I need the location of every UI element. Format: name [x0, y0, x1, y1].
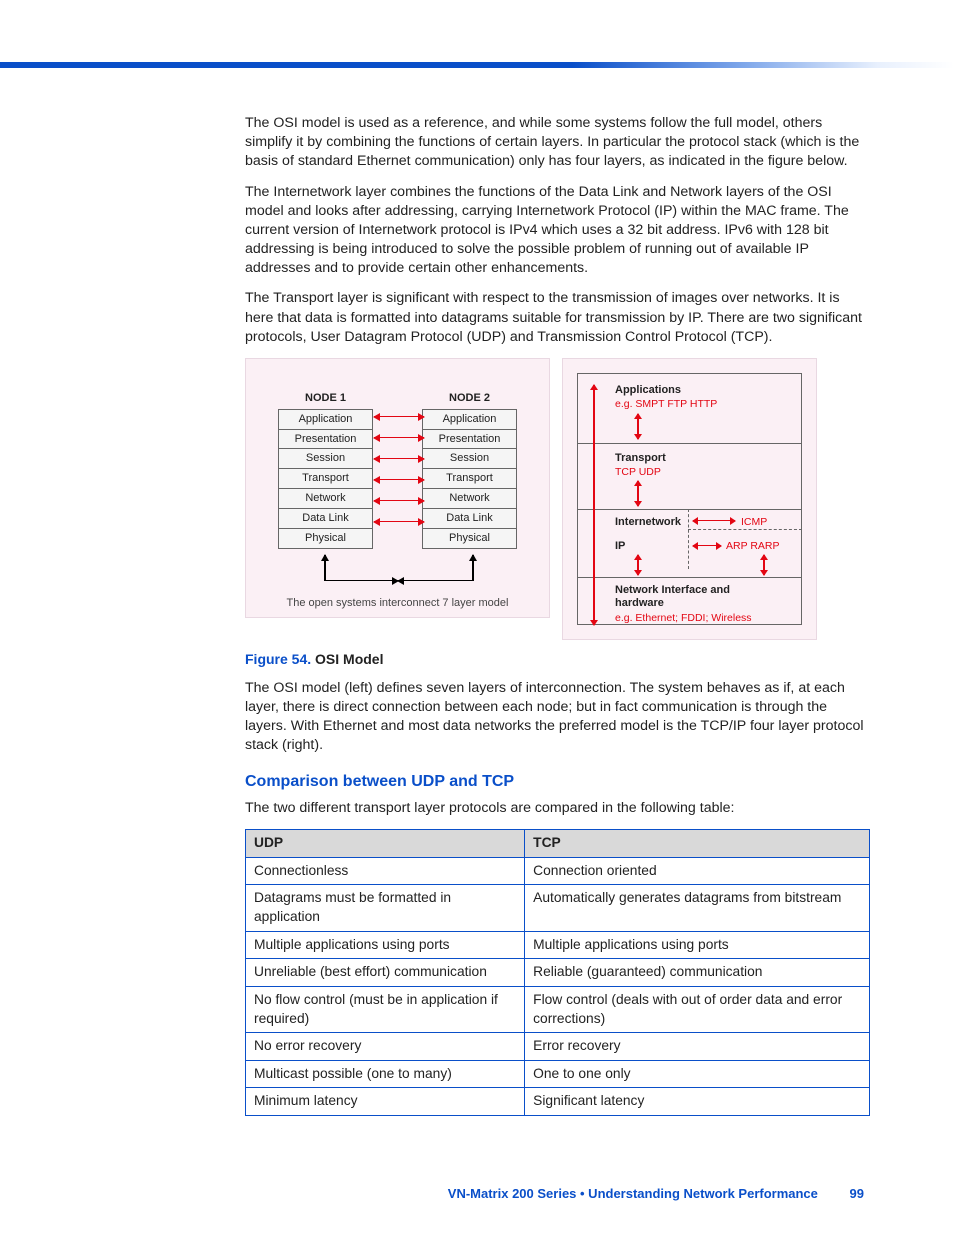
- flow-arrow-icon: [324, 580, 398, 582]
- osi-figure: NODE 1 Application Presentation Session …: [245, 358, 550, 618]
- tcp-arp-label: ARP RARP: [726, 539, 780, 553]
- cell-tcp: One to one only: [525, 1060, 870, 1088]
- tcp-transport-label: Transport: [615, 451, 666, 466]
- tcp-transport-eg: TCP UDP: [615, 465, 661, 479]
- paragraph: The two different transport layer protoc…: [245, 799, 870, 818]
- osi-caption: The open systems interconnect 7 layer mo…: [246, 596, 549, 611]
- flow-arrow-icon: [398, 580, 472, 582]
- osi-layer: Physical: [422, 528, 517, 549]
- cell-udp: Minimum latency: [246, 1088, 525, 1116]
- arrow-right-icon: [693, 545, 721, 547]
- peer-arrow-icon: [374, 458, 424, 460]
- flow-arrow-icon: [324, 555, 326, 581]
- tcpip-figure: Applications e.g. SMPT FTP HTTP Transpor…: [562, 358, 817, 640]
- peer-arrow-icon: [374, 416, 424, 418]
- cell-udp: No flow control (must be in application …: [246, 986, 525, 1032]
- osi-layer: Transport: [422, 468, 517, 489]
- figure-number: Figure 54.: [245, 651, 311, 667]
- table-row: Unreliable (best effort) communicationRe…: [246, 959, 870, 987]
- figure-caption: Figure 54. OSI Model: [245, 650, 870, 669]
- arrow-down-icon: [637, 481, 639, 506]
- cell-tcp: Multiple applications using ports: [525, 931, 870, 959]
- figure-row: NODE 1 Application Presentation Session …: [245, 358, 870, 640]
- body-content: The OSI model is used as a reference, an…: [245, 114, 870, 1116]
- paragraph: The Internetwork layer combines the func…: [245, 183, 870, 279]
- divider: [577, 577, 802, 578]
- tcp-icmp-label: ICMP: [741, 515, 767, 529]
- arrow-right-icon: [693, 520, 735, 522]
- cell-tcp: Automatically generates datagrams from b…: [525, 885, 870, 931]
- cell-tcp: Error recovery: [525, 1033, 870, 1061]
- osi-layer: Data Link: [422, 508, 517, 529]
- th-tcp: TCP: [525, 830, 870, 858]
- tcp-ip-label: IP: [615, 539, 625, 554]
- cell-udp: No error recovery: [246, 1033, 525, 1061]
- tcp-netif-label: Network Interface and hardware: [615, 584, 745, 609]
- flow-arrow-icon: [472, 555, 474, 581]
- table-row: No flow control (must be in application …: [246, 986, 870, 1032]
- paragraph: The Transport layer is significant with …: [245, 289, 870, 347]
- page-footer: VN-Matrix 200 Series • Understanding Net…: [0, 1186, 864, 1201]
- figure-title: OSI Model: [315, 651, 383, 667]
- osi-layer: Application: [278, 409, 373, 430]
- table-row: ConnectionlessConnection oriented: [246, 857, 870, 885]
- osi-layer: Session: [422, 448, 517, 469]
- span-arrow-icon: [593, 385, 595, 625]
- tcp-inet-label: Internetwork: [615, 515, 681, 530]
- footer-text: VN-Matrix 200 Series • Understanding Net…: [448, 1186, 818, 1201]
- osi-layer: Presentation: [278, 429, 373, 450]
- cell-udp: Unreliable (best effort) communication: [246, 959, 525, 987]
- osi-layer: Physical: [278, 528, 373, 549]
- cell-udp: Multiple applications using ports: [246, 931, 525, 959]
- cell-udp: Multicast possible (one to many): [246, 1060, 525, 1088]
- section-heading: Comparison between UDP and TCP: [245, 771, 870, 793]
- table-row: Minimum latencySignificant latency: [246, 1088, 870, 1116]
- page-number: 99: [850, 1186, 864, 1201]
- tcp-netif-eg: e.g. Ethernet; FDDI; Wireless: [615, 611, 752, 625]
- tcp-app-eg: e.g. SMPT FTP HTTP: [615, 397, 717, 411]
- comparison-table: UDP TCP ConnectionlessConnection oriente…: [245, 829, 870, 1116]
- arrow-down-icon: [637, 555, 639, 575]
- cell-tcp: Significant latency: [525, 1088, 870, 1116]
- cell-tcp: Reliable (guaranteed) communication: [525, 959, 870, 987]
- cell-tcp: Flow control (deals with out of order da…: [525, 986, 870, 1032]
- peer-arrow-icon: [374, 500, 424, 502]
- peer-arrow-icon: [374, 437, 424, 439]
- arrow-down-icon: [763, 555, 765, 575]
- arrow-down-icon: [637, 414, 639, 439]
- paragraph: The OSI model (left) defines seven layer…: [245, 679, 870, 756]
- osi-layer: Data Link: [278, 508, 373, 529]
- osi-layer: Network: [422, 488, 517, 509]
- osi-layer: Application: [422, 409, 517, 430]
- node1-header: NODE 1: [278, 391, 373, 406]
- th-udp: UDP: [246, 830, 525, 858]
- osi-layer: Transport: [278, 468, 373, 489]
- table-row: No error recoveryError recovery: [246, 1033, 870, 1061]
- cell-udp: Datagrams must be formatted in applicati…: [246, 885, 525, 931]
- table-row: Multiple applications using portsMultipl…: [246, 931, 870, 959]
- osi-layer: Session: [278, 448, 373, 469]
- cell-udp: Connectionless: [246, 857, 525, 885]
- peer-arrow-icon: [374, 479, 424, 481]
- table-row: Multicast possible (one to many)One to o…: [246, 1060, 870, 1088]
- osi-layer: Presentation: [422, 429, 517, 450]
- osi-node1-column: NODE 1 Application Presentation Session …: [278, 391, 373, 548]
- peer-arrow-icon: [374, 521, 424, 523]
- osi-layer: Network: [278, 488, 373, 509]
- divider: [577, 443, 802, 444]
- tcp-app-label: Applications: [615, 383, 681, 398]
- divider: [577, 509, 802, 510]
- table-header-row: UDP TCP: [246, 830, 870, 858]
- page: The OSI model is used as a reference, an…: [0, 0, 954, 1235]
- dashed-divider: [688, 509, 689, 569]
- paragraph: The OSI model is used as a reference, an…: [245, 114, 870, 172]
- cell-tcp: Connection oriented: [525, 857, 870, 885]
- header-rule: [0, 62, 954, 68]
- table-row: Datagrams must be formatted in applicati…: [246, 885, 870, 931]
- osi-node2-column: NODE 2 Application Presentation Session …: [422, 391, 517, 548]
- node2-header: NODE 2: [422, 391, 517, 406]
